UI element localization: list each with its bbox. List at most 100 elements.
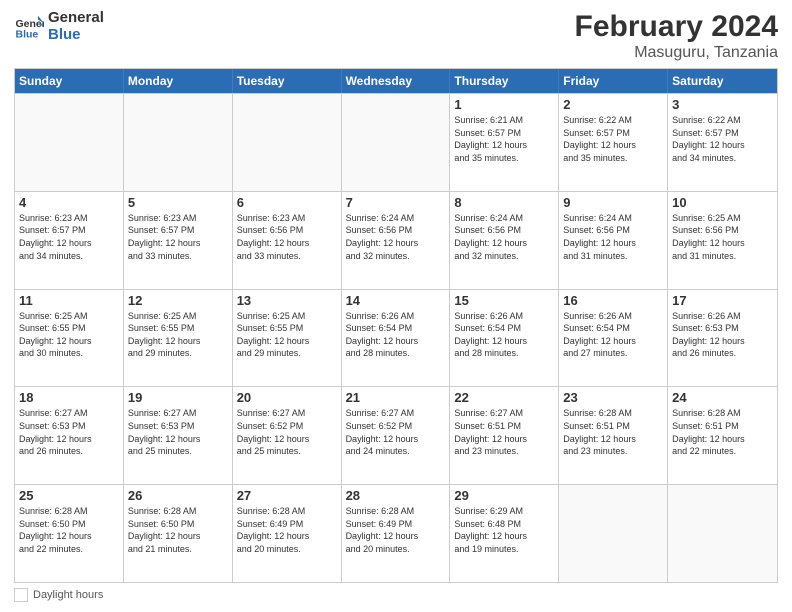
day-info: Sunrise: 6:28 AM Sunset: 6:51 PM Dayligh… [563,407,663,457]
day-info: Sunrise: 6:24 AM Sunset: 6:56 PM Dayligh… [563,212,663,262]
day-info: Sunrise: 6:24 AM Sunset: 6:56 PM Dayligh… [454,212,554,262]
day-info: Sunrise: 6:27 AM Sunset: 6:51 PM Dayligh… [454,407,554,457]
day-number: 19 [128,390,228,405]
calendar-week-2: 11Sunrise: 6:25 AM Sunset: 6:55 PM Dayli… [15,289,777,387]
day-number: 23 [563,390,663,405]
day-number: 25 [19,488,119,503]
day-info: Sunrise: 6:29 AM Sunset: 6:48 PM Dayligh… [454,505,554,555]
day-info: Sunrise: 6:22 AM Sunset: 6:57 PM Dayligh… [672,114,773,164]
footer-box [14,588,28,602]
day-number: 18 [19,390,119,405]
calendar-cell: 7 Sunrise: 6:24 AM Sunset: 6:56 PM Daylig… [342,192,451,289]
day-number: 15 [454,293,554,308]
day-number: 17 [672,293,773,308]
calendar-week-1: 4 Sunrise: 6:23 AM Sunset: 6:57 PM Daylig… [15,191,777,289]
calendar-cell: 9 Sunrise: 6:24 AM Sunset: 6:56 PM Daylig… [559,192,668,289]
calendar-cell: 14 Sunrise: 6:26 AM Sunset: 6:54 PM Dayli… [342,290,451,387]
day-info: Sunrise: 6:21 AM Sunset: 6:57 PM Dayligh… [454,114,554,164]
col-header-saturday: Saturday [668,69,777,93]
col-header-thursday: Thursday [450,69,559,93]
day-number: 8 [454,195,554,210]
calendar-cell [15,94,124,191]
calendar-cell: 12 Sunrise: 6:25 AM Sunset: 6:55 PM Dayli… [124,290,233,387]
calendar-cell: 2Sunrise: 6:22 AM Sunset: 6:57 PM Daylig… [559,94,668,191]
day-number: 7 [346,195,446,210]
calendar-body: 1 Sunrise: 6:21 AM Sunset: 6:57 PM Daylig… [15,93,777,582]
day-info: Sunrise: 6:27 AM Sunset: 6:53 PM Dayligh… [19,407,119,457]
calendar-cell: 22 Sunrise: 6:27 AM Sunset: 6:51 PM Dayli… [450,387,559,484]
main-title: February 2024 [575,10,778,44]
day-info: Sunrise: 6:24 AM Sunset: 6:56 PM Dayligh… [346,212,446,262]
day-number: 12 [128,293,228,308]
calendar-cell: 5 Sunrise: 6:23 AM Sunset: 6:57 PM Daylig… [124,192,233,289]
calendar-cell: 19 Sunrise: 6:27 AM Sunset: 6:53 PM Dayli… [124,387,233,484]
calendar-cell: 11Sunrise: 6:25 AM Sunset: 6:55 PM Dayli… [15,290,124,387]
calendar-cell [233,94,342,191]
day-info: Sunrise: 6:28 AM Sunset: 6:49 PM Dayligh… [346,505,446,555]
calendar-cell: 27Sunrise: 6:28 AM Sunset: 6:49 PM Dayli… [233,485,342,582]
svg-text:Blue: Blue [16,28,39,40]
day-info: Sunrise: 6:27 AM Sunset: 6:53 PM Dayligh… [128,407,228,457]
subtitle: Masuguru, Tanzania [575,44,778,62]
day-info: Sunrise: 6:25 AM Sunset: 6:55 PM Dayligh… [237,310,337,360]
day-info: Sunrise: 6:28 AM Sunset: 6:49 PM Dayligh… [237,505,337,555]
footer: Daylight hours [14,588,778,602]
day-number: 3 [672,97,773,112]
calendar-cell [342,94,451,191]
day-info: Sunrise: 6:25 AM Sunset: 6:55 PM Dayligh… [128,310,228,360]
col-header-monday: Monday [124,69,233,93]
logo-general-text: General [48,10,104,27]
calendar-cell: 21Sunrise: 6:27 AM Sunset: 6:52 PM Dayli… [342,387,451,484]
page: General Blue General Blue February 2024 … [0,0,792,612]
calendar-cell: 18 Sunrise: 6:27 AM Sunset: 6:53 PM Dayli… [15,387,124,484]
calendar-cell: 4Sunrise: 6:23 AM Sunset: 6:57 PM Daylig… [15,192,124,289]
day-number: 1 [454,97,554,112]
calendar-cell: 1 Sunrise: 6:21 AM Sunset: 6:57 PM Daylig… [450,94,559,191]
day-number: 4 [19,195,119,210]
logo: General Blue General Blue [14,10,104,43]
calendar-cell [668,485,777,582]
day-number: 9 [563,195,663,210]
day-info: Sunrise: 6:26 AM Sunset: 6:54 PM Dayligh… [563,310,663,360]
title-block: February 2024 Masuguru, Tanzania [575,10,778,62]
col-header-tuesday: Tuesday [233,69,342,93]
calendar-cell: 8 Sunrise: 6:24 AM Sunset: 6:56 PM Daylig… [450,192,559,289]
daylight-label: Daylight hours [33,589,103,601]
calendar-cell: 23 Sunrise: 6:28 AM Sunset: 6:51 PM Dayli… [559,387,668,484]
day-info: Sunrise: 6:25 AM Sunset: 6:55 PM Dayligh… [19,310,119,360]
calendar-cell: 20 Sunrise: 6:27 AM Sunset: 6:52 PM Dayli… [233,387,342,484]
calendar-cell [559,485,668,582]
day-number: 20 [237,390,337,405]
day-info: Sunrise: 6:28 AM Sunset: 6:50 PM Dayligh… [128,505,228,555]
calendar-cell: 10 Sunrise: 6:25 AM Sunset: 6:56 PM Dayli… [668,192,777,289]
day-info: Sunrise: 6:28 AM Sunset: 6:50 PM Dayligh… [19,505,119,555]
calendar: SundayMondayTuesdayWednesdayThursdayFrid… [14,68,778,583]
col-header-sunday: Sunday [15,69,124,93]
day-info: Sunrise: 6:26 AM Sunset: 6:53 PM Dayligh… [672,310,773,360]
calendar-header: SundayMondayTuesdayWednesdayThursdayFrid… [15,69,777,93]
day-number: 28 [346,488,446,503]
day-number: 16 [563,293,663,308]
day-info: Sunrise: 6:26 AM Sunset: 6:54 PM Dayligh… [454,310,554,360]
day-info: Sunrise: 6:25 AM Sunset: 6:56 PM Dayligh… [672,212,773,262]
day-info: Sunrise: 6:23 AM Sunset: 6:57 PM Dayligh… [128,212,228,262]
calendar-cell: 13Sunrise: 6:25 AM Sunset: 6:55 PM Dayli… [233,290,342,387]
calendar-week-3: 18 Sunrise: 6:27 AM Sunset: 6:53 PM Dayli… [15,386,777,484]
day-info: Sunrise: 6:27 AM Sunset: 6:52 PM Dayligh… [237,407,337,457]
calendar-cell: 28 Sunrise: 6:28 AM Sunset: 6:49 PM Dayli… [342,485,451,582]
day-number: 21 [346,390,446,405]
calendar-cell [124,94,233,191]
day-number: 6 [237,195,337,210]
day-info: Sunrise: 6:26 AM Sunset: 6:54 PM Dayligh… [346,310,446,360]
calendar-cell: 26 Sunrise: 6:28 AM Sunset: 6:50 PM Dayli… [124,485,233,582]
day-number: 26 [128,488,228,503]
day-info: Sunrise: 6:28 AM Sunset: 6:51 PM Dayligh… [672,407,773,457]
calendar-cell: 15 Sunrise: 6:26 AM Sunset: 6:54 PM Dayli… [450,290,559,387]
calendar-cell: 24Sunrise: 6:28 AM Sunset: 6:51 PM Dayli… [668,387,777,484]
header: General Blue General Blue February 2024 … [14,10,778,62]
day-number: 5 [128,195,228,210]
day-number: 22 [454,390,554,405]
day-number: 14 [346,293,446,308]
day-number: 10 [672,195,773,210]
col-header-wednesday: Wednesday [342,69,451,93]
